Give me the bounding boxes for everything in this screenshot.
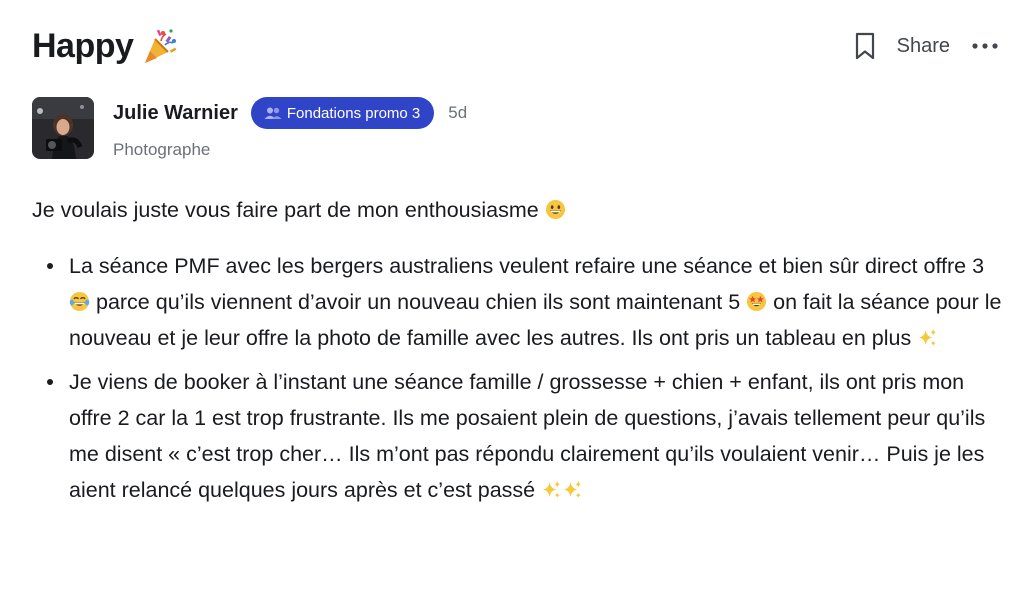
- author-info: Julie Warnier Fondations promo 3 5d Phot…: [113, 97, 467, 160]
- avatar[interactable]: [32, 97, 94, 159]
- post: Happy Share Julie Warnier Fondations pro…: [0, 0, 1024, 604]
- group-badge[interactable]: Fondations promo 3: [250, 97, 435, 129]
- bookmark-button[interactable]: [851, 30, 879, 62]
- bullet-text: La séance PMF avec les bergers australie…: [69, 254, 985, 278]
- bullet-text: Je viens de booker à l’instant une séanc…: [69, 370, 986, 502]
- star-struck-icon: [747, 291, 767, 312]
- bullet-marker: [47, 263, 53, 269]
- list-item: La séance PMF avec les bergers australie…: [32, 248, 1002, 356]
- post-body: Je voulais juste vous faire part de mon …: [32, 192, 1002, 516]
- author-row: Julie Warnier Fondations promo 3 5d: [113, 97, 467, 129]
- bookmark-icon: [855, 32, 874, 60]
- author-role: Photographe: [113, 140, 211, 159]
- sparkles-icon: [919, 328, 937, 347]
- list-item: Je viens de booker à l’instant une séanc…: [32, 364, 1002, 508]
- intro-text: Je voulais juste vous faire part de mon …: [32, 198, 539, 222]
- sparkles-icon: [564, 480, 582, 499]
- intro-paragraph: Je voulais juste vous faire part de mon …: [32, 192, 1002, 228]
- post-title: Happy: [32, 27, 179, 66]
- group-icon: [264, 106, 282, 120]
- bullet-list: La séance PMF avec les bergers australie…: [32, 248, 1002, 508]
- post-title-text: Happy: [32, 26, 134, 65]
- bullet-marker: [47, 379, 53, 385]
- group-badge-label: Fondations promo 3: [286, 104, 421, 122]
- author-block: Julie Warnier Fondations promo 3 5d Phot…: [32, 97, 467, 160]
- post-header: Happy Share: [32, 22, 1000, 70]
- share-button[interactable]: Share: [897, 35, 950, 58]
- grinning-face-icon: [545, 199, 565, 220]
- author-name[interactable]: Julie Warnier: [113, 102, 238, 125]
- party-popper-icon: [141, 27, 179, 65]
- more-options-button[interactable]: [970, 36, 1000, 56]
- post-age: 5d: [448, 103, 468, 122]
- sparkles-icon: [543, 480, 561, 499]
- bullet-text: parce qu’ils viennent d’avoir un nouveau…: [95, 290, 741, 314]
- tears-of-joy-icon: [69, 291, 90, 312]
- header-actions: Share: [851, 30, 1000, 62]
- more-icon: [972, 43, 998, 49]
